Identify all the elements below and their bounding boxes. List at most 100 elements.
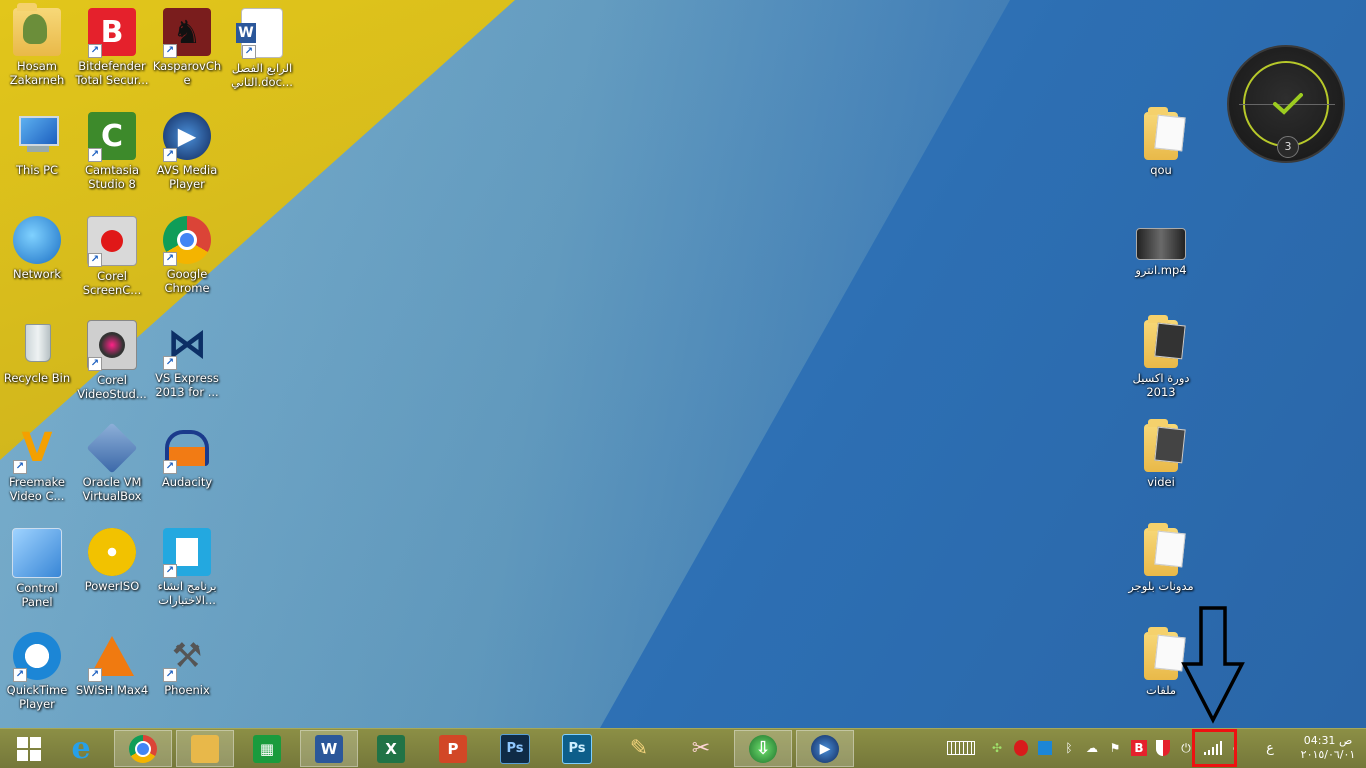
desktop-icon-corel-videostudio[interactable]: ↗ Corel VideoStud... [75, 320, 149, 401]
taskbar-chrome[interactable] [114, 730, 172, 767]
taskbar-photoshop-2[interactable]: Ps [548, 730, 606, 767]
taskbar-excel[interactable]: X [362, 730, 420, 767]
icon-label: Phoenix [164, 683, 210, 697]
phoenix-tools-icon: ⚒ ↗ [163, 632, 211, 682]
desktop-folder-excel-course[interactable]: دورة اكسيل 2013 [1124, 315, 1198, 399]
desktop-folder-videi[interactable]: videi [1124, 419, 1198, 489]
folder-icon [1144, 523, 1186, 576]
down-arrow-annotation-icon [1181, 606, 1245, 724]
taskbar-paint[interactable]: ✎ [610, 730, 668, 767]
desktop-icon-phoenix[interactable]: ⚒ ↗ Phoenix [150, 632, 224, 697]
folder-icon [191, 734, 219, 763]
icon-label: Camtasia Studio 8 [84, 163, 140, 191]
desktop-folder-qou[interactable]: qou [1124, 107, 1198, 177]
taskbar: e ▦ W X P Ps Ps ✎ ✂ ⇩ ▶ ✣ ᛒ ☁ ⚑ B ⏻ 🔈︎ ع… [0, 728, 1366, 768]
flag-icon[interactable]: ⚑ [1106, 737, 1124, 759]
desktop-icon-chrome[interactable]: ↗ Google Chrome [150, 216, 224, 295]
desktop-icon-control-panel[interactable]: Control Panel [0, 528, 74, 609]
desktop-icon-vs-express[interactable]: ⋈ ↗ VS Express 2013 for ... [150, 320, 224, 399]
gadget-badge: 3 [1277, 136, 1299, 158]
desktop-icon-network[interactable]: Network [0, 216, 74, 281]
photoshop-icon: Ps [500, 733, 530, 764]
media-player-icon: ▶ ↗ [163, 112, 211, 162]
taskbar-photoshop-1[interactable]: Ps [486, 730, 544, 767]
icon-label: AVS Media Player [156, 163, 218, 191]
icon-label: SWiSH Max4 [75, 683, 149, 697]
desktop-icon-bitdefender[interactable]: B ↗ Bitdefender Total Secur... [75, 8, 149, 87]
desktop-icon-this-pc[interactable]: This PC [0, 112, 74, 177]
chrome-icon [129, 734, 157, 763]
desktop-icon-freemake[interactable]: V ↗ Freemake Video C... [0, 424, 74, 503]
icon-label: VS Express 2013 for ... [155, 371, 219, 399]
icon-label: Freemake Video C... [9, 475, 65, 503]
app-tray-icon[interactable] [1036, 737, 1054, 759]
taskbar-file-explorer[interactable] [176, 730, 234, 767]
virtualbox-icon [86, 422, 138, 474]
highlight-box-annotation [1192, 729, 1237, 767]
antivirus-tray-icon[interactable] [1012, 737, 1030, 759]
language-indicator[interactable]: ع [1262, 737, 1278, 759]
icon-label: Corel VideoStud... [77, 373, 147, 401]
desktop-icon-corel-screencap[interactable]: ↗ Corel ScreenC... [75, 216, 149, 297]
chrome-icon: ↗ [163, 216, 211, 266]
taskbar-internet-explorer[interactable]: e [52, 730, 110, 767]
computer-icon [13, 112, 61, 160]
icon-label: This PC [15, 163, 59, 177]
icon-label: Hosam Zakarneh [9, 59, 65, 87]
shield-tray-icon[interactable] [1154, 737, 1172, 759]
desktop-icon-recycle-bin[interactable]: Recycle Bin [0, 320, 74, 385]
taskbar-media-player[interactable]: ▶ [796, 730, 854, 767]
paint-palette-icon: ✎ [629, 736, 649, 761]
taskbar-download-manager[interactable]: ⇩ [734, 730, 792, 767]
disc-icon [88, 528, 136, 576]
taskbar-snipping-tool[interactable]: ✂ [672, 730, 730, 767]
network-tray-icon[interactable]: ✣ [988, 737, 1006, 759]
desktop-icon-camtasia[interactable]: C ↗ Camtasia Studio 8 [75, 112, 149, 191]
freemake-icon: V ↗ [13, 424, 61, 474]
start-button[interactable] [0, 730, 58, 767]
bluetooth-icon[interactable]: ᛒ [1060, 737, 1078, 759]
control-panel-icon [12, 528, 62, 578]
desktop-icon-hosam[interactable]: Hosam Zakarneh [0, 3, 74, 87]
clock-date: ٢٠١٥/٠٦/٠١ [1300, 748, 1356, 761]
swish-icon: ↗ [88, 632, 136, 682]
desktop-icon-swish[interactable]: ↗ SWiSH Max4 [75, 632, 149, 697]
clock-gadget[interactable]: 3 [1227, 45, 1345, 163]
desktop-icon-quicktime[interactable]: ↗ QuickTime Player [0, 632, 74, 711]
chess-knight-icon: ♞ ↗ [163, 8, 211, 58]
user-folder-icon [13, 3, 61, 56]
desktop-icon-kasparov[interactable]: ♞ ↗ KasparovChe [150, 8, 224, 87]
icon-label: Google Chrome [164, 267, 210, 295]
bitdefender-icon: B ↗ [88, 8, 136, 58]
icon-label: برنامج انشاء الاختبارات... [157, 579, 217, 607]
icon-label: انترو.mp4 [1135, 263, 1187, 277]
desktop-file-intro-mp4[interactable]: انترو.mp4 [1124, 228, 1198, 277]
bitdefender-tray-icon[interactable]: B [1130, 737, 1148, 759]
document-icon: ↗ [163, 528, 211, 578]
taskbar-powerpoint[interactable]: P [424, 730, 482, 767]
desktop-icon-word-doc[interactable]: W ↗ الرابع الفصل الثاني.doc... [225, 8, 299, 89]
desktop-icon-avs[interactable]: ▶ ↗ AVS Media Player [150, 112, 224, 191]
desktop[interactable]: Hosam Zakarneh B ↗ Bitdefender Total Secur… [0, 0, 1366, 728]
desktop-folder-blogger[interactable]: مدونات بلوجر [1124, 523, 1198, 593]
keyboard-icon[interactable] [946, 737, 976, 759]
icon-label: Audacity [161, 475, 213, 489]
onedrive-icon[interactable]: ☁ [1082, 737, 1102, 759]
taskbar-store[interactable]: ▦ [238, 730, 296, 767]
desktop-icon-audacity[interactable]: ↗ Audacity [150, 424, 224, 489]
icon-label: Network [12, 267, 62, 281]
taskbar-clock[interactable]: 04:31 ص ٢٠١٥/٠٦/٠١ [1298, 734, 1358, 762]
icon-label: Oracle VM VirtualBox [82, 475, 142, 503]
desktop-icon-virtualbox[interactable]: Oracle VM VirtualBox [75, 422, 149, 503]
scissors-icon: ✂ [691, 736, 711, 761]
video-file-icon [1136, 228, 1186, 260]
icon-label: PowerISO [84, 579, 140, 593]
photoshop-icon: Ps [562, 733, 592, 764]
icon-label: Recycle Bin [3, 371, 71, 385]
desktop-icon-quiz-maker[interactable]: ↗ برنامج انشاء الاختبارات... [150, 528, 224, 607]
taskbar-word[interactable]: W [300, 730, 358, 767]
desktop-icon-poweriso[interactable]: PowerISO [75, 528, 149, 593]
media-player-icon: ▶ [811, 734, 839, 763]
excel-icon: X [377, 734, 405, 763]
icon-label: مدونات بلوجر [1128, 579, 1194, 593]
